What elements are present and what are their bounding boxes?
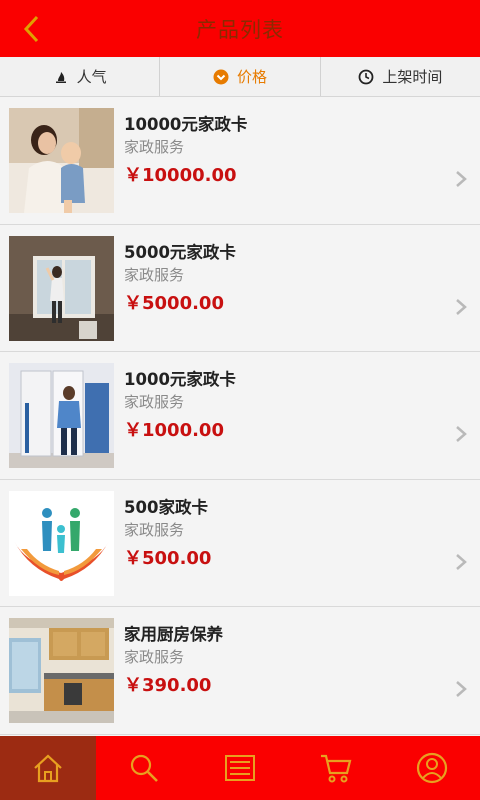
sort-tab-time[interactable]: 上架时间 [321,57,480,96]
app-header: 产品列表 [0,0,480,57]
sort-tab-label: 价格 [236,68,267,86]
tab-cart[interactable] [288,736,384,800]
chevron-right-icon [456,553,467,570]
product-price: ￥390.00 [124,675,212,696]
product-category: 家政服务 [124,265,185,284]
product-name: 5000元家政卡 [124,242,236,262]
user-icon [416,752,448,784]
product-category: 家政服务 [124,138,185,156]
tab-home[interactable] [0,736,96,800]
tab-search[interactable] [96,736,192,800]
product-category: 家政服务 [124,393,185,411]
clock-icon [358,69,374,85]
tab-user[interactable] [384,736,480,800]
chevron-right-icon [456,171,467,187]
product-price: ￥10000.00 [124,165,237,186]
cart-icon [321,754,352,783]
price-icon [213,69,229,85]
product-image-fridge-cleaning [9,363,114,468]
product-price: ￥5000.00 [124,292,224,314]
home-icon [34,754,62,783]
product-item[interactable]: 500家政卡 家政服务 ￥500.00 [0,479,480,607]
sort-bar: 人气 价格 上架时间 [0,57,480,97]
product-list: 10000元家政卡 家政服务 ￥10000.00 5000元家政卡 家政服务 ￥… [0,97,480,735]
chevron-right-icon [456,298,467,315]
product-item[interactable]: 1000元家政卡 家政服务 ￥1000.00 [0,352,480,480]
product-name: 500家政卡 [124,497,208,517]
sort-tab-label: 上架时间 [382,68,443,86]
chevron-right-icon [456,426,467,442]
product-item[interactable]: 家用厨房保养 家政服务 ￥390.00 [0,607,480,735]
product-price: ￥500.00 [124,547,212,569]
product-image-mother-child [9,108,114,213]
page-title: 产品列表 [196,17,284,42]
list-icon [225,755,255,781]
sort-tab-popularity[interactable]: 人气 [0,57,161,96]
sort-tab-label: 人气 [76,68,107,86]
product-name: 1000元家政卡 [124,370,236,389]
product-category: 家政服务 [124,520,185,539]
product-price: ￥1000.00 [124,420,224,441]
product-name: 家用厨房保养 [124,625,223,644]
product-item[interactable]: 10000元家政卡 家政服务 ￥10000.00 [0,97,480,225]
chevron-right-icon [456,681,467,697]
tab-list[interactable] [192,736,288,800]
search-icon [130,754,158,782]
popularity-icon [53,69,69,85]
product-image-window-cleaning [9,235,114,341]
product-category: 家政服务 [124,648,185,666]
chevron-left-icon [23,15,39,43]
sort-tab-price[interactable]: 价格 [160,57,321,96]
product-item[interactable]: 5000元家政卡 家政服务 ￥5000.00 [0,224,480,352]
back-button[interactable] [14,12,48,46]
product-image-kitchen [9,618,114,723]
product-image-family-hands [9,490,114,596]
bottom-tab-bar [0,736,480,800]
product-name: 10000元家政卡 [124,115,248,134]
